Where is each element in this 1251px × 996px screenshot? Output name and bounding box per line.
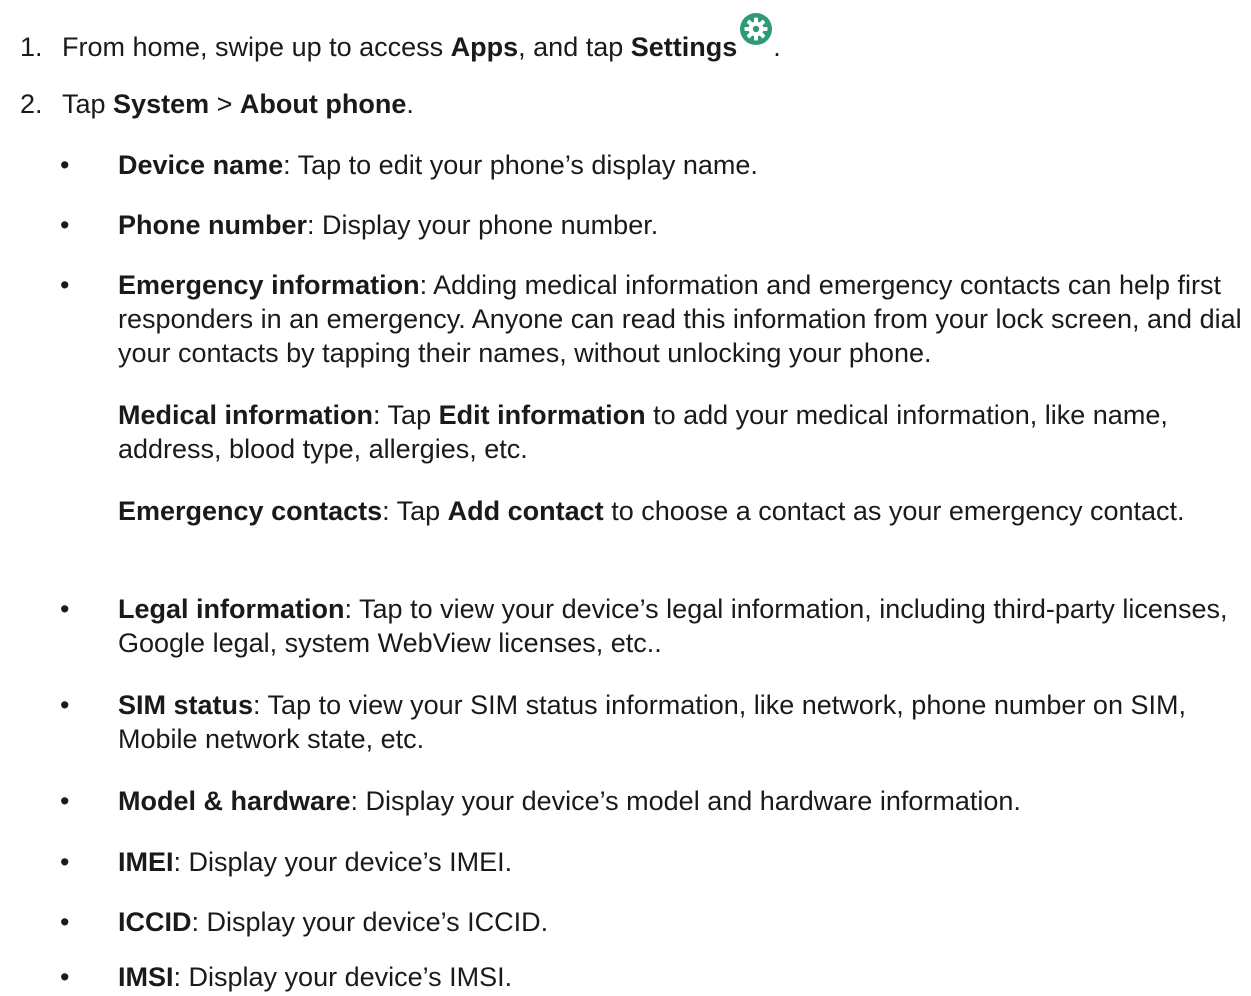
medical-term: Medical information — [118, 400, 374, 430]
item-desc: : Tap to view your SIM status informatio… — [118, 690, 1186, 754]
step-2-separator: > — [209, 89, 240, 119]
bullet: • — [60, 962, 70, 992]
step-1-text-post: . — [773, 32, 781, 62]
item-term: ICCID — [118, 907, 192, 937]
bullet: • — [60, 786, 70, 816]
step-1-text-pre: From home, swipe up to access — [62, 32, 451, 62]
bullet: • — [60, 270, 70, 300]
item-term: Phone number — [118, 210, 308, 240]
contacts-post: to choose a contact as your emergency co… — [603, 496, 1185, 526]
bullet: • — [60, 210, 70, 240]
item-term: Model & hardware — [118, 786, 351, 816]
item-desc: : Display your device’s ICCID. — [191, 907, 549, 937]
contacts-pre: : Tap — [382, 496, 448, 526]
item-term: SIM status — [118, 690, 254, 720]
medical-pre: : Tap — [373, 400, 439, 430]
bullet: • — [60, 150, 70, 180]
item-desc: : Tap to edit your phone’s display name. — [283, 150, 758, 180]
item-term: IMEI — [118, 847, 174, 877]
contacts-term: Emergency contacts — [118, 496, 383, 526]
item-term: Device name — [118, 150, 284, 180]
medical-information-paragraph: Medical information: Tap Edit informatio… — [118, 398, 1208, 466]
step-1: 1. From home, swipe up to access Apps, an… — [20, 13, 781, 64]
system-label: System — [113, 89, 210, 119]
item-term: Emergency information — [118, 270, 420, 300]
step-2-text-pre: Tap — [62, 89, 114, 119]
item-desc: : Display your device’s model and hardwa… — [350, 786, 1021, 816]
bullet: • — [60, 690, 70, 720]
item-desc: : Display your phone number. — [307, 210, 659, 240]
edit-information-label: Edit information — [438, 400, 646, 430]
item-desc: : Display your device’s IMEI. — [173, 847, 513, 877]
settings-label: Settings — [630, 32, 738, 62]
step-1-number: 1. — [20, 32, 43, 62]
settings-gear-icon — [739, 12, 773, 46]
instructions-document: 1. From home, swipe up to access Apps, an… — [0, 0, 1251, 996]
item-term: Legal information — [118, 594, 345, 624]
apps-label: Apps — [450, 32, 519, 62]
item-term: IMSI — [118, 962, 174, 992]
step-1-text-mid: , and tap — [518, 32, 631, 62]
bullet: • — [60, 907, 70, 937]
step-2: 2. Tap System > About phone. — [20, 87, 414, 121]
bullet: • — [60, 594, 70, 624]
step-2-text-post: . — [406, 89, 414, 119]
bullet: • — [60, 847, 70, 877]
step-2-number: 2. — [20, 89, 43, 119]
about-phone-label: About phone — [239, 89, 407, 119]
add-contact-label: Add contact — [447, 496, 604, 526]
item-desc: : Display your device’s IMSI. — [173, 962, 513, 992]
emergency-contacts-paragraph: Emergency contacts: Tap Add contact to c… — [118, 494, 1208, 528]
